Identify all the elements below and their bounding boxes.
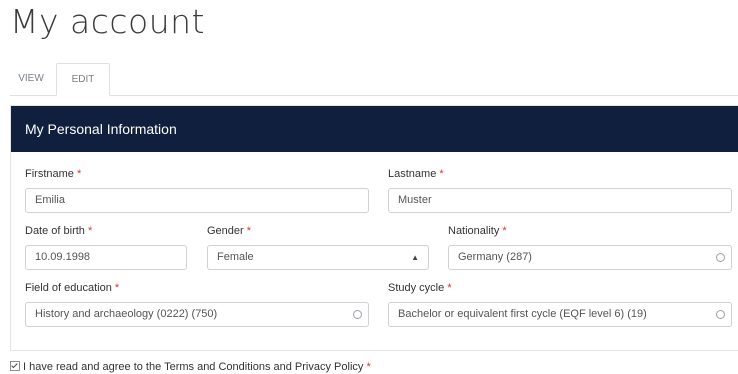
firstname-field[interactable]: Emilia (25, 188, 369, 213)
circle-icon[interactable] (716, 310, 725, 319)
nationality-label-text: Nationality (448, 225, 500, 237)
field-of-education-label: Field of education * (25, 282, 119, 294)
gender-value: Female (217, 251, 254, 263)
required-mark: * (502, 225, 507, 237)
firstname-label: Firstname * (25, 168, 81, 180)
required-mark: * (246, 225, 252, 237)
study-cycle-label: Study cycle * (388, 282, 452, 294)
terms-agreement: I have read and agree to the Terms and C… (10, 360, 371, 373)
tab-bar: VIEW EDIT (10, 63, 738, 96)
date-of-birth-label: Date of birth * (25, 225, 92, 237)
lastname-label: Lastname * (388, 168, 444, 180)
field-of-education-select[interactable]: History and archaeology (0222) (750) (25, 302, 369, 327)
study-cycle-label-text: Study cycle (388, 282, 445, 294)
page-title: My account (10, 2, 205, 41)
firstname-label-text: Firstname (25, 168, 74, 180)
nationality-value: Germany (287) (458, 251, 532, 263)
required-mark: * (87, 225, 93, 237)
circle-icon[interactable] (716, 253, 725, 262)
required-mark: * (447, 282, 452, 294)
field-of-education-label-text: Field of education (25, 282, 112, 294)
required-mark: * (114, 282, 120, 294)
personal-information-panel: My Personal Information Firstname * Emil… (10, 105, 738, 351)
date-of-birth-value: 10.09.1998 (35, 251, 91, 263)
nationality-label: Nationality * (448, 225, 507, 237)
study-cycle-value: Bachelor or equivalent first cycle (EQF … (398, 308, 647, 320)
gender-label-text: Gender (207, 225, 244, 237)
terms-label: I have read and agree to the Terms and C… (23, 361, 364, 373)
circle-icon[interactable] (353, 310, 362, 319)
lastname-value: Muster (398, 194, 432, 206)
terms-checkbox[interactable] (10, 361, 20, 371)
tab-view[interactable]: VIEW (10, 63, 52, 95)
firstname-value: Emilia (35, 194, 65, 206)
gender-select[interactable]: Female ▲▼ (207, 245, 429, 270)
required-mark: * (439, 168, 444, 180)
nationality-select[interactable]: Germany (287) (448, 245, 732, 270)
date-of-birth-field[interactable]: 10.09.1998 (25, 245, 187, 270)
date-of-birth-label-text: Date of birth (25, 225, 85, 237)
study-cycle-select[interactable]: Bachelor or equivalent first cycle (EQF … (388, 302, 732, 327)
select-arrows-icon: ▲▼ (411, 253, 419, 262)
lastname-field[interactable]: Muster (388, 188, 732, 213)
gender-label: Gender * (207, 225, 251, 237)
section-title: My Personal Information (11, 106, 738, 152)
tab-edit[interactable]: EDIT (56, 63, 110, 96)
required-mark: * (366, 361, 371, 373)
lastname-label-text: Lastname (388, 168, 437, 180)
field-of-education-value: History and archaeology (0222) (750) (35, 308, 218, 320)
required-mark: * (76, 168, 82, 180)
